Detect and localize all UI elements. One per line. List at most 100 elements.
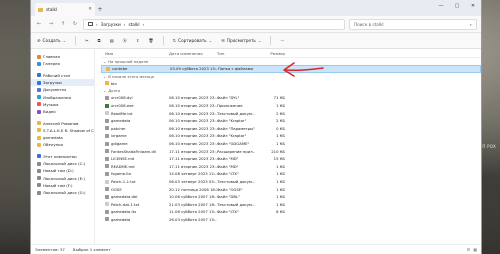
- tab-close-icon[interactable]: ✕: [88, 7, 92, 12]
- file-icon: [105, 187, 109, 192]
- cell-name: gamedata: [101, 118, 169, 123]
- cell-date: 21.03 суббота 2007 18:...: [169, 201, 217, 207]
- cell-type: Файл "OGSE": [217, 186, 243, 192]
- cell-size: 1 КБ: [276, 171, 285, 177]
- sidebar-item[interactable]: Изображения: [31, 93, 94, 100]
- sidebar-item[interactable]: Рабочий стол: [31, 72, 94, 79]
- details-view-icon[interactable]: ☰: [467, 247, 471, 252]
- sidebar-item[interactable]: Музыка: [31, 101, 94, 108]
- paste-icon[interactable]: ▤: [110, 38, 114, 43]
- rename-icon[interactable]: Ⓐ: [123, 38, 127, 44]
- cell-date: 06.10 вторник 2023 23:...: [169, 95, 217, 101]
- cell-size: 210 КБ: [271, 148, 285, 154]
- maximize-button[interactable]: ▢: [449, 0, 465, 12]
- table-row[interactable]: LICENSE.md 17.11 вторник 2023 23:... Файл …: [101, 155, 481, 163]
- sidebar-item[interactable]: Галерея: [31, 60, 94, 67]
- cell-type: Файл "Параметры": [217, 125, 255, 131]
- table-row[interactable]: gamedata.ltx 11.06 суббота 2007 15:... Фай…: [101, 208, 481, 216]
- cell-name: gamedata: [101, 217, 169, 222]
- sidebar-item-icon: [37, 61, 41, 66]
- group-label: На прошлой неделе: [108, 59, 149, 64]
- column-type[interactable]: Тип: [217, 51, 255, 56]
- cell-date: 06.10 вторник 2023 23:...: [169, 125, 217, 131]
- search-input[interactable]: Поиск в stalkl ⌕: [349, 18, 477, 30]
- sort-button[interactable]: ⇅ Сортировать ⌄: [173, 38, 213, 43]
- address-row: ← → ↑ ↻ › Загрузки › stalkl › Поиск в st…: [31, 16, 481, 33]
- table-row[interactable]: Patch-1-1.txt 06.03 четверг 2023 05:... Те…: [101, 178, 481, 186]
- table-row[interactable]: README.md 17.11 вторник 2023 23:... Файл "…: [101, 163, 481, 171]
- table-row[interactable]: xrcr008.exe 06.10 вторник 2023 23:... Прил…: [101, 102, 481, 110]
- selected-count: Выбран 1 элемент: [72, 247, 111, 252]
- group-header[interactable]: ⌄ На прошлой неделе: [101, 58, 481, 65]
- sidebar-item[interactable]: Алексей Романов: [31, 119, 94, 126]
- file-name: bin: [111, 80, 117, 86]
- table-row[interactable]: gdigame 06.10 вторник 2023 23:... Файл "GD…: [101, 140, 481, 148]
- file-name: ReadMe.txt: [111, 110, 133, 116]
- back-arrow-icon[interactable]: ←: [35, 21, 43, 27]
- copy-icon[interactable]: ⧉: [98, 38, 101, 43]
- sidebar-item[interactable]: Локальный диск (E:): [31, 174, 94, 181]
- new-tab-button[interactable]: +: [95, 3, 105, 16]
- sidebar-item[interactable]: Главная: [31, 53, 94, 60]
- table-row[interactable]: FontesShadaFinlaam.dll 17.11 вторник 2023…: [101, 147, 481, 155]
- table-row[interactable]: fsgame.ltx 14.08 четверг 2023 12:... Файл …: [101, 170, 481, 178]
- sidebar-item[interactable]: Локальный диск (C:): [31, 160, 94, 167]
- table-row[interactable]: ixrgame 06.10 вторник 2023 23:... Файл "Kr…: [101, 132, 481, 140]
- share-icon[interactable]: ⇪: [136, 38, 140, 43]
- sidebar-item[interactable]: Документы: [31, 86, 94, 93]
- sidebar-item-icon: [37, 109, 41, 114]
- refresh-icon[interactable]: ↻: [71, 21, 79, 27]
- sidebar-item[interactable]: Локальный диск (G:): [31, 189, 94, 196]
- cell-type: Расширение прил...: [217, 148, 255, 154]
- column-date[interactable]: Дата изменения: [169, 51, 217, 56]
- sidebar-item[interactable]: Новый том (F:): [31, 182, 94, 189]
- sidebar-item-label: Главная: [43, 54, 60, 60]
- close-button[interactable]: ✕: [465, 0, 481, 12]
- table-row[interactable]: gamedata 06.10 вторник 2023 23:... Файл "K…: [101, 117, 481, 125]
- table-row[interactable]: gamedata.dbl 10.06 суббота 2007 18:... Фай…: [101, 193, 481, 201]
- file-icon: [105, 133, 109, 138]
- table-row[interactable]: bin: [101, 80, 481, 88]
- breadcrumb-stalkl[interactable]: stalkl: [128, 22, 139, 27]
- cut-icon[interactable]: ✂: [85, 38, 89, 43]
- cell-date: 03.09 суббота 2023 15:...: [170, 66, 218, 72]
- chevron-down-icon: ⌄: [62, 38, 67, 43]
- divider: [270, 36, 272, 45]
- sidebar-item[interactable]: Новый том (D:): [31, 167, 94, 174]
- file-icon: [105, 202, 109, 207]
- group-header[interactable]: ⌄ В начале этого месяца: [101, 73, 481, 80]
- table-row[interactable]: xrcr008.dyl 06.10 вторник 2023 23:... Файл…: [101, 94, 481, 102]
- table-row[interactable]: Patch-dat-1.txt 21.03 суббота 2007 18:...…: [101, 201, 481, 209]
- sidebar-item[interactable]: Загрузки: [31, 78, 94, 87]
- table-row[interactable]: ReadMe.txt 06.10 вторник 2023 23:... Текст…: [101, 109, 481, 117]
- column-name[interactable]: Имя: [101, 51, 169, 56]
- sidebar-item[interactable]: Обелунки: [31, 141, 94, 148]
- minimize-button[interactable]: —: [433, 0, 449, 12]
- more-button[interactable]: ···: [280, 38, 284, 43]
- tab-stalkl[interactable]: stalkl ✕: [35, 3, 95, 16]
- forward-arrow-icon[interactable]: →: [47, 21, 55, 27]
- cell-date: 26.03 суббота 2007 15:...: [169, 216, 217, 222]
- table-row[interactable]: patcher 06.10 вторник 2023 23:... Файл "Па…: [101, 125, 481, 133]
- table-row[interactable]: gamedata 26.03 суббота 2007 15:...: [101, 216, 481, 224]
- chevron-down-icon: ⌄: [103, 59, 107, 64]
- create-button[interactable]: ⊕ Создать ⌄: [37, 38, 66, 43]
- cell-type: Файл "MD": [217, 163, 239, 169]
- sidebar-item[interactable]: Этот компьютер: [31, 153, 94, 160]
- file-name: gamedata: [111, 118, 131, 124]
- up-arrow-icon[interactable]: ↑: [59, 21, 67, 27]
- sidebar-item[interactable]: S.T.A.L.K.E.R. Shadow of Che: [31, 127, 94, 134]
- tiles-view-icon[interactable]: ▦: [473, 247, 477, 252]
- chevron-down-icon: ⌄: [103, 73, 107, 79]
- view-button[interactable]: ☰ Просмотреть ⌄: [221, 38, 261, 43]
- sidebar-item[interactable]: Видео: [31, 108, 94, 115]
- table-row[interactable]: OGSE 20.12 пятница 2008 18:2... Файл "OGSE…: [101, 185, 481, 193]
- sidebar-item[interactable]: gamedata: [31, 134, 94, 141]
- column-size[interactable]: Размер: [255, 51, 285, 56]
- group-header[interactable]: ⌄ Долго: [101, 87, 481, 94]
- delete-icon[interactable]: 🗑: [148, 38, 153, 44]
- address-bar[interactable]: › Загрузки › stalkl ›: [83, 18, 345, 30]
- breadcrumb-downloads[interactable]: Загрузки: [101, 22, 121, 27]
- table-row[interactable]: contebe 03.09 суббота 2023 15:... Папка с …: [101, 65, 481, 73]
- cell-name: LICENSE.md: [101, 156, 169, 161]
